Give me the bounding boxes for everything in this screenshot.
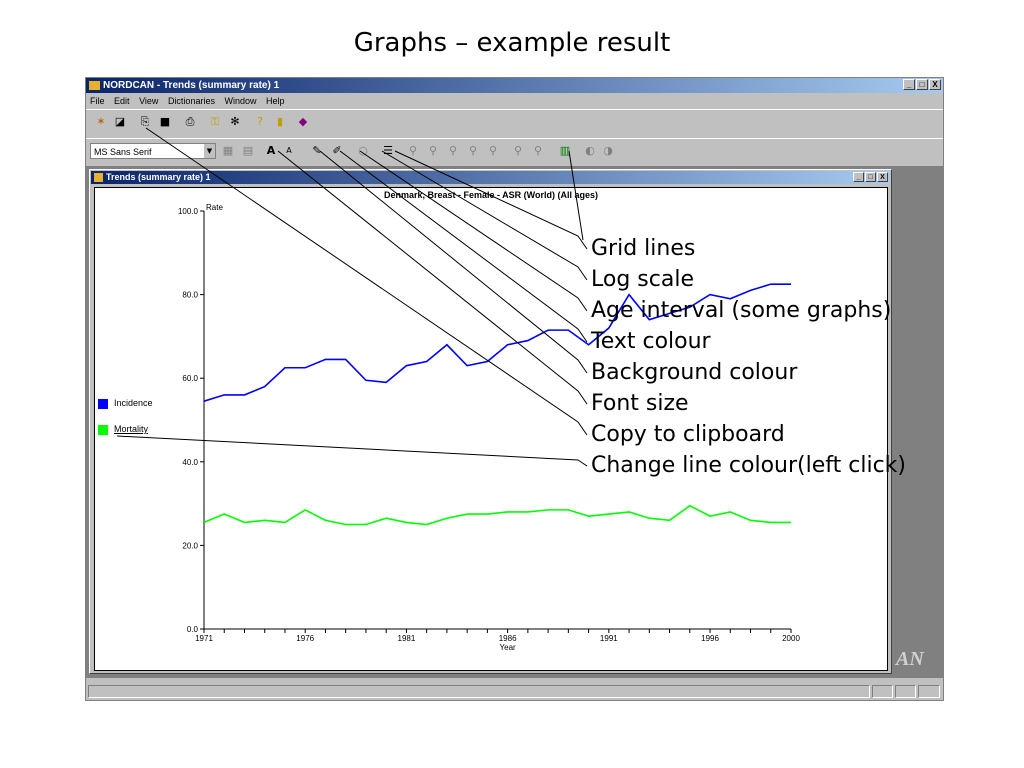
- status-panel-3: [918, 685, 940, 698]
- x-tick-label: 1971: [195, 634, 213, 643]
- legend-incidence-label: Incidence: [114, 398, 153, 408]
- menu-dictionaries[interactable]: Dictionaries: [168, 96, 215, 106]
- log-scale-icon[interactable]: ☰: [381, 144, 395, 158]
- x-tick-label: 1981: [398, 634, 416, 643]
- table-icon[interactable]: ▦: [221, 144, 235, 158]
- text-colour-icon[interactable]: ✐: [330, 144, 344, 158]
- help-icon[interactable]: ?: [253, 115, 267, 129]
- legend-mortality-label: Mortality: [114, 424, 149, 434]
- x-tick-label: 1991: [600, 634, 618, 643]
- legend-mortality[interactable]: Mortality: [98, 424, 148, 435]
- grid-table-icon[interactable]: ▤: [241, 144, 255, 158]
- x-tick-label: 1986: [499, 634, 517, 643]
- child-maximize-button[interactable]: □: [865, 172, 876, 182]
- grid-lines-icon[interactable]: ▥: [558, 144, 572, 158]
- callout-change-line-colour: Change line colour(left click): [591, 453, 906, 478]
- pie-icon-1[interactable]: ◐: [583, 144, 597, 158]
- y-tick-label: 40.0: [182, 458, 198, 467]
- incidence-swatch[interactable]: [98, 398, 108, 409]
- callout-copy-to-clipboard: Copy to clipboard: [591, 422, 785, 447]
- y-tick-label: 100.0: [178, 207, 199, 216]
- status-panel-2: [895, 685, 916, 698]
- y-axis-label: Rate: [206, 203, 223, 212]
- callout-font-size: Font size: [591, 391, 689, 416]
- close-button[interactable]: X: [929, 79, 941, 90]
- x-tick-label: 2000: [782, 634, 800, 643]
- y-tick-label: 80.0: [182, 291, 198, 300]
- book-icon[interactable]: ▮: [273, 115, 287, 129]
- wand-icon[interactable]: ✶: [94, 115, 108, 129]
- graph-toolbar: MS Sans Serif ▼ ▦ ▤ A A ✎ ✐ ○ ☰ ⚲ ⚲ ⚲ ⚲ …: [86, 138, 943, 165]
- status-bar: [86, 684, 943, 700]
- menu-view[interactable]: View: [139, 96, 158, 106]
- menu-file[interactable]: File: [90, 96, 105, 106]
- status-panel-1: [872, 685, 893, 698]
- key-icon[interactable]: ⚿: [208, 115, 222, 129]
- nav-icon-4[interactable]: ⚲: [466, 144, 480, 158]
- nav-icon-6[interactable]: ⚲: [511, 144, 525, 158]
- legend-incidence[interactable]: Incidence: [98, 398, 153, 409]
- callout-grid-lines: Grid lines: [591, 236, 696, 261]
- chevron-down-icon[interactable]: ▼: [204, 144, 215, 158]
- diamond-icon[interactable]: ◆: [296, 115, 310, 129]
- mortality-swatch[interactable]: [98, 424, 108, 435]
- crab-icon[interactable]: ✻: [228, 115, 242, 129]
- menu-window[interactable]: Window: [224, 96, 256, 106]
- save-icon[interactable]: ■: [158, 115, 172, 129]
- trends-title: Trends (summary rate) 1: [106, 172, 211, 182]
- nav-icon-5[interactable]: ⚲: [486, 144, 500, 158]
- pie-icon-2[interactable]: ◑: [601, 144, 615, 158]
- menu-edit[interactable]: Edit: [114, 96, 130, 106]
- nav-icon-2[interactable]: ⚲: [426, 144, 440, 158]
- chart-wizard-icon[interactable]: ◪: [113, 115, 127, 129]
- y-tick-label: 20.0: [182, 541, 198, 550]
- app-title: NORDCAN - Trends (summary rate) 1: [103, 80, 280, 91]
- copy-to-clipboard-icon[interactable]: ⎘: [138, 115, 152, 129]
- maximize-button[interactable]: □: [916, 79, 928, 90]
- child-close-button[interactable]: X: [877, 172, 888, 182]
- chart-title: Denmark, Breast - Female - ASR (World) (…: [384, 190, 598, 200]
- child-minimize-button[interactable]: _: [853, 172, 864, 182]
- age-interval-icon[interactable]: ○: [356, 144, 370, 158]
- font-size-increase-icon[interactable]: A: [264, 144, 278, 158]
- chart-icon: [94, 173, 103, 183]
- y-tick-label: 60.0: [182, 374, 198, 383]
- callout-age-interval: Age interval (some graphs): [591, 298, 892, 323]
- background-colour-icon[interactable]: ✎: [310, 144, 324, 158]
- app-icon: [89, 80, 100, 90]
- app-titlebar[interactable]: NORDCAN - Trends (summary rate) 1 _ □ X: [86, 78, 943, 93]
- font-size-decrease-icon[interactable]: A: [282, 144, 296, 158]
- menu-help[interactable]: Help: [266, 96, 285, 106]
- x-tick-label: 1996: [701, 634, 719, 643]
- callout-text-colour: Text colour: [591, 329, 711, 354]
- menu-bar: File Edit View Dictionaries Window Help: [86, 94, 943, 108]
- minimize-button[interactable]: _: [903, 79, 915, 90]
- print-icon[interactable]: ⎙: [183, 115, 197, 129]
- slide-title: Graphs – example result: [353, 28, 671, 58]
- status-main: [88, 685, 870, 698]
- nav-icon-7[interactable]: ⚲: [531, 144, 545, 158]
- trends-titlebar[interactable]: Trends (summary rate) 1 _ □ X: [91, 171, 890, 184]
- nav-icon-1[interactable]: ⚲: [406, 144, 420, 158]
- app-window: NORDCAN - Trends (summary rate) 1 _ □ X …: [85, 77, 944, 701]
- nordcan-watermark: AN: [896, 648, 924, 670]
- nav-icon-3[interactable]: ⚲: [446, 144, 460, 158]
- font-selector[interactable]: MS Sans Serif: [90, 143, 216, 159]
- callout-log-scale: Log scale: [591, 267, 694, 292]
- x-axis-label: Year: [500, 643, 517, 652]
- main-toolbar: ✶ ◪ ⎘ ■ ⎙ ⚿ ✻ ? ▮ ◆: [86, 109, 943, 136]
- y-tick-label: 0.0: [187, 625, 199, 634]
- x-tick-label: 1976: [296, 634, 314, 643]
- callout-background-colour: Background colour: [591, 360, 798, 385]
- series-line-mortality: [203, 504, 791, 526]
